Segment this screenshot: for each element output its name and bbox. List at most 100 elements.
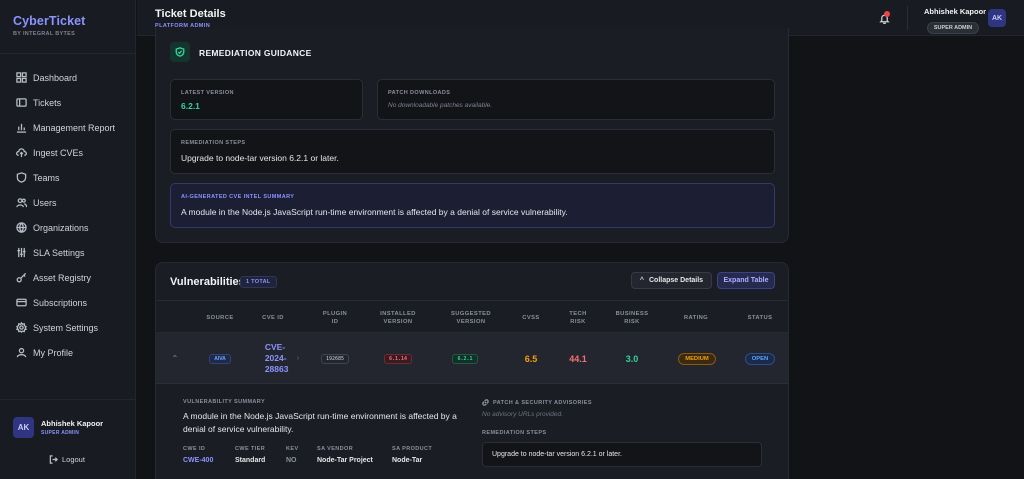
- organization-icon: [16, 222, 27, 233]
- kev-value: NO: [286, 457, 297, 464]
- column-header-plugin-id[interactable]: PLUGIN ID: [321, 301, 349, 334]
- header-user-name: Abhishek Kapoor: [924, 7, 987, 16]
- sidebar-item-subscriptions[interactable]: Subscriptions: [0, 290, 136, 315]
- vulnerability-summary-label: VULNERABILITY SUMMARY: [183, 399, 266, 405]
- advisories-header: PATCH & SECURITY ADVISORIES: [482, 399, 592, 406]
- sidebar-user-role: SUPER ADMIN: [41, 430, 80, 436]
- sidebar-item-dashboard[interactable]: Dashboard: [0, 65, 136, 90]
- page-title: Ticket Details: [155, 8, 226, 20]
- vulnerability-detail: VULNERABILITY SUMMARY A module in the No…: [156, 384, 788, 479]
- shield-check-icon: [170, 42, 190, 62]
- detail-remediation-steps-value: Upgrade to node-tar version 6.2.1 or lat…: [482, 442, 762, 467]
- advisories-value: No advisory URLs provided.: [482, 411, 563, 418]
- logout-button[interactable]: Logout: [49, 455, 85, 464]
- column-header-tech-risk[interactable]: TECH RISK: [564, 301, 592, 334]
- plugin-id-badge: 192685: [320, 353, 350, 364]
- remediation-title: REMEDIATION GUIDANCE: [199, 48, 312, 58]
- sidebar-nav: Dashboard Tickets Management Report Inge…: [0, 65, 136, 365]
- table-row[interactable]: ⌃ AIVA CVE-2024-28863 › 192685 6.1.14 6.…: [156, 333, 788, 384]
- cwe-id-link[interactable]: CWE-400: [183, 457, 213, 464]
- sidebar-item-users[interactable]: Users: [0, 190, 136, 215]
- ticket-icon: [16, 98, 27, 107]
- chevron-up-icon: ⌃: [171, 354, 179, 363]
- sidebar-item-my-profile[interactable]: My Profile: [0, 340, 136, 365]
- kev-label: KEV: [286, 446, 299, 452]
- shield-icon: [16, 172, 27, 183]
- logout-icon: [49, 455, 58, 464]
- table-header: SOURCE CVE ID PLUGIN ID INSTALLED VERSIO…: [156, 300, 788, 333]
- cloud-upload-icon: [16, 148, 27, 158]
- cve-id-link[interactable]: CVE-2024-28863: [265, 342, 293, 375]
- expand-table-button[interactable]: Expand Table: [717, 272, 775, 289]
- column-header-suggested-version[interactable]: SUGGESTED VERSION: [446, 301, 496, 334]
- sa-product-field: SA PRODUCT Node-Tar: [392, 446, 432, 464]
- brand-logo[interactable]: CyberTicket BY INTEGRAL BYTES: [13, 14, 85, 37]
- patch-downloads-value: No downloadable patches available.: [388, 102, 493, 109]
- sidebar-item-label: Asset Registry: [33, 272, 92, 283]
- vulnerabilities-count-badge: 1 TOTAL: [240, 276, 277, 288]
- column-header-status[interactable]: STATUS: [740, 301, 780, 334]
- latest-version-card: LATEST VERSION 6.2.1: [170, 79, 363, 120]
- sliders-icon: [17, 247, 26, 258]
- notifications-button[interactable]: [879, 11, 891, 25]
- notification-dot: [884, 11, 890, 17]
- sidebar-item-management-report[interactable]: Management Report: [0, 115, 136, 140]
- rating-badge: MEDIUM: [678, 352, 716, 365]
- chevron-up-icon: ^: [639, 277, 644, 284]
- sidebar-item-label: Dashboard: [33, 72, 78, 83]
- latest-version-value: 6.2.1: [181, 101, 200, 111]
- sidebar: CyberTicket BY INTEGRAL BYTES Dashboard …: [0, 0, 136, 479]
- cwe-tier-label: CWE TIER: [235, 446, 266, 452]
- remediation-steps-card: REMEDIATION STEPS Upgrade to node-tar ve…: [170, 129, 775, 174]
- avatar: AK: [13, 417, 34, 438]
- sidebar-item-teams[interactable]: Teams: [0, 165, 136, 190]
- users-icon: [16, 198, 27, 208]
- column-header-rating[interactable]: RATING: [676, 301, 716, 334]
- header-user[interactable]: Abhishek Kapoor SUPER ADMIN: [924, 7, 987, 34]
- sidebar-item-label: Subscriptions: [33, 297, 88, 308]
- suggested-version-badge: 6.2.1: [452, 353, 478, 364]
- sidebar-item-ingest-cves[interactable]: Ingest CVEs: [0, 140, 136, 165]
- remediation-steps-label: REMEDIATION STEPS: [181, 140, 246, 146]
- sidebar-item-sla-settings[interactable]: SLA Settings: [0, 240, 136, 265]
- ai-summary-card: AI-GENERATED CVE INTEL SUMMARY A module …: [170, 183, 775, 228]
- header-user-role-badge: SUPER ADMIN: [926, 22, 980, 34]
- sidebar-item-label: Ingest CVEs: [33, 147, 84, 158]
- avatar[interactable]: AK: [988, 9, 1006, 27]
- link-icon: [482, 399, 489, 406]
- sidebar-user: AK Abhishek Kapoor SUPER ADMIN: [13, 417, 103, 438]
- sidebar-user-name: Abhishek Kapoor: [41, 419, 104, 428]
- column-header-source[interactable]: SOURCE: [194, 301, 246, 334]
- report-icon: [16, 123, 27, 133]
- collapse-details-button[interactable]: ^ Collapse Details: [631, 272, 712, 289]
- sa-vendor-label: SA VENDOR: [317, 446, 354, 452]
- sidebar-item-asset-registry[interactable]: Asset Registry: [0, 265, 136, 290]
- sidebar-item-system-settings[interactable]: System Settings: [0, 315, 136, 340]
- sidebar-item-label: SLA Settings: [33, 247, 85, 258]
- advisories-label: PATCH & SECURITY ADVISORIES: [493, 399, 592, 406]
- cwe-id-label: CWE ID: [183, 446, 206, 452]
- logout-label: Logout: [62, 455, 85, 464]
- sidebar-item-label: Tickets: [33, 97, 62, 108]
- cwe-tier-field: CWE TIER Standard: [235, 446, 265, 464]
- cwe-tier-value: Standard: [235, 457, 266, 464]
- collapse-details-label: Collapse Details: [649, 277, 704, 284]
- column-header-installed-version[interactable]: INSTALLED VERSION: [378, 301, 418, 334]
- collapse-row-button[interactable]: ⌃: [168, 333, 182, 384]
- remediation-panel: REMEDIATION GUIDANCE LATEST VERSION 6.2.…: [155, 28, 789, 243]
- column-header-business-risk[interactable]: BUSINESS RISK: [608, 301, 656, 334]
- column-header-cve-id[interactable]: CVE ID: [253, 301, 293, 334]
- chevron-right-icon: ›: [296, 355, 300, 362]
- dashboard-icon: [16, 72, 27, 83]
- patch-downloads-card: PATCH DOWNLOADS No downloadable patches …: [377, 79, 775, 120]
- sa-vendor-field: SA VENDOR Node-Tar Project: [317, 446, 373, 464]
- sidebar-item-tickets[interactable]: Tickets: [0, 90, 136, 115]
- divider: [0, 53, 135, 54]
- column-header-cvss[interactable]: CVSS: [511, 301, 551, 334]
- ai-summary-value: A module in the Node.js JavaScript run-t…: [181, 207, 568, 217]
- brand-title: CyberTicket: [13, 14, 86, 28]
- status-badge[interactable]: OPEN: [744, 352, 776, 365]
- installed-version-badge: 6.1.14: [383, 353, 413, 364]
- ai-summary-label: AI-GENERATED CVE INTEL SUMMARY: [181, 194, 295, 200]
- sidebar-item-organizations[interactable]: Organizations: [0, 215, 136, 240]
